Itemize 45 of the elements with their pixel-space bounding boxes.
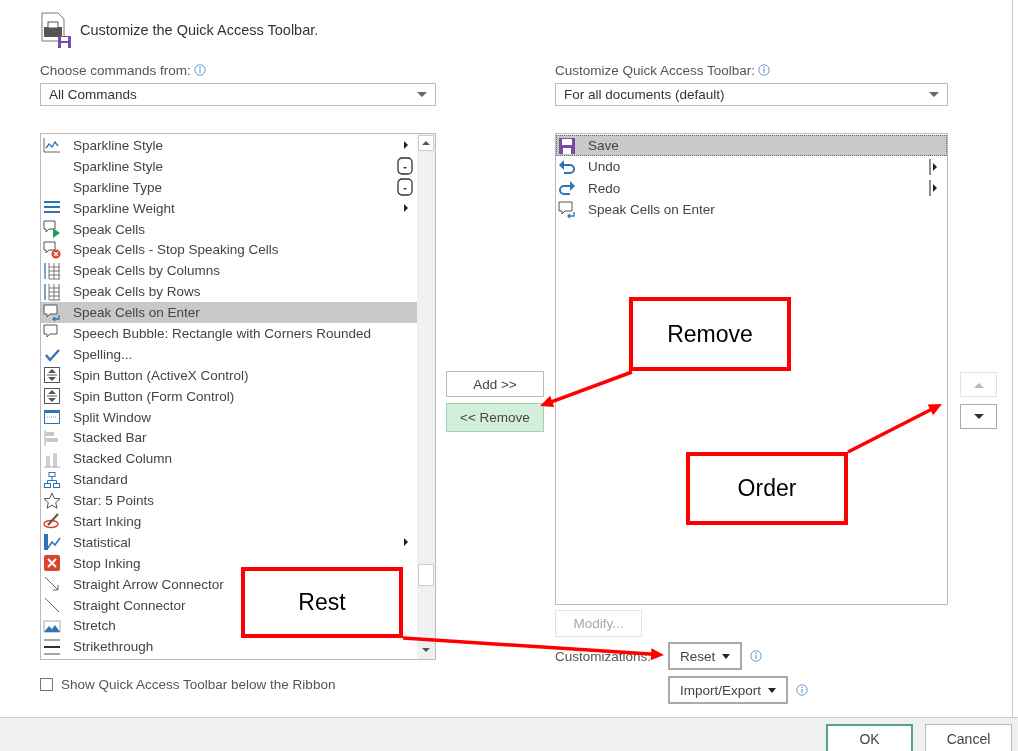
toolbar-item[interactable]: Speak Cells on Enter xyxy=(556,198,947,221)
remove-button[interactable]: << Remove xyxy=(446,403,544,432)
command-item[interactable]: Sparkline Style xyxy=(41,135,417,156)
toolbar-item[interactable]: Redo xyxy=(556,177,947,199)
command-item[interactable]: Strikethrough xyxy=(41,636,154,658)
field-label: Choose commands from: xyxy=(40,62,191,78)
command-item[interactable]: Stacked Bar xyxy=(41,427,147,449)
dialog-title: Customize the Quick Access Toolbar. xyxy=(80,22,319,38)
command-item[interactable]: Split Window xyxy=(41,406,152,428)
import-export-button[interactable]: Import/Export xyxy=(668,676,789,704)
customizations-label: Customizations: xyxy=(555,648,653,664)
command-item[interactable]: Sparkline Type xyxy=(41,176,417,198)
command-item[interactable]: Standard xyxy=(41,469,128,491)
command-item[interactable]: Spin Button (Form Control) xyxy=(41,385,235,407)
command-item[interactable]: Speak Cells - Stop Speaking Cells xyxy=(41,239,279,261)
scope-dropdown[interactable]: For all documents (default) xyxy=(555,83,948,106)
command-item[interactable]: Speak Cells xyxy=(41,218,146,240)
command-item[interactable]: Star: 5 Points xyxy=(41,490,155,512)
toolbar-item[interactable]: Save xyxy=(556,135,947,157)
command-item[interactable]: Statistical xyxy=(41,531,417,553)
command-item[interactable]: Stacked Column xyxy=(41,448,173,470)
command-item[interactable]: Stretch xyxy=(41,615,116,637)
command-item[interactable]: Spelling... xyxy=(41,343,133,365)
callout-label: Remove xyxy=(629,297,791,371)
cancel-button[interactable]: Cancel xyxy=(925,724,1012,751)
command-item[interactable]: Stop Inking xyxy=(41,552,141,574)
command-item[interactable]: Start Inking xyxy=(41,511,142,532)
command-item[interactable]: Sparkline Weight xyxy=(41,197,417,219)
command-item[interactable]: Speech Bubble: Rectangle with Corners Rounded xyxy=(41,323,371,344)
callout-label: Rest xyxy=(241,567,403,638)
command-item[interactable]: Spin Button (ActiveX Control) xyxy=(41,364,249,386)
command-item[interactable]: Straight Arrow Connector xyxy=(41,573,224,595)
callout-label: Order xyxy=(686,452,848,525)
commands-dropdown[interactable]: All Commands xyxy=(40,83,436,106)
command-item[interactable]: Speak Cells by Columns xyxy=(41,260,221,282)
ok-button[interactable]: OK xyxy=(826,724,913,751)
command-item[interactable]: Straight Connector xyxy=(41,594,186,616)
command-item[interactable]: Speak Cells on Enter xyxy=(41,302,417,323)
command-item[interactable]: Speak Cells by Rows xyxy=(41,281,201,303)
add-button[interactable]: Add >> xyxy=(446,371,544,397)
command-item[interactable]: Sparkline Style xyxy=(41,155,417,177)
toolbar-item[interactable]: Undo xyxy=(556,156,947,178)
checkbox-label: Show Quick Access Toolbar below the Ribbon xyxy=(61,677,336,692)
field-label: Customize Quick Access Toolbar: xyxy=(555,62,756,78)
reset-button[interactable]: Reset xyxy=(668,642,743,670)
